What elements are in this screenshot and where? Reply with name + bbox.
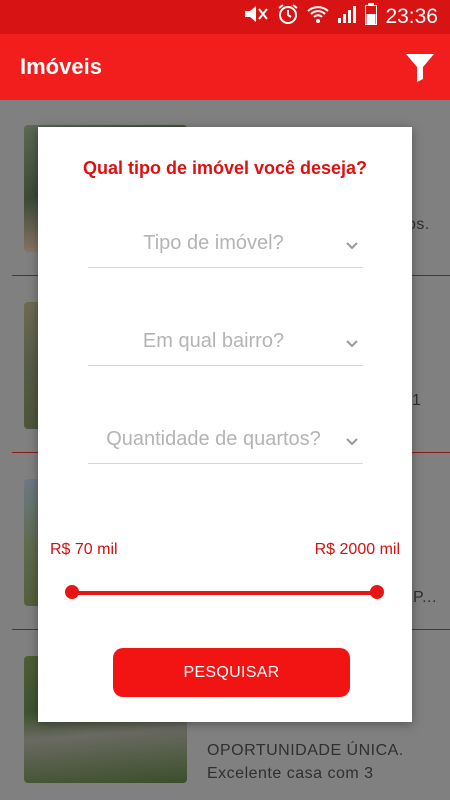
chevron-down-icon bbox=[345, 434, 359, 446]
alarm-icon bbox=[277, 3, 299, 31]
price-range-track[interactable] bbox=[72, 591, 377, 595]
listing-snippet: 1 bbox=[412, 392, 422, 409]
price-max-handle[interactable] bbox=[370, 585, 384, 599]
dialog-title: Qual tipo de imóvel você deseja? bbox=[82, 158, 368, 178]
listing-snippet: OPORTUNIDADE ÚNICA. bbox=[207, 742, 404, 759]
property-type-placeholder: Tipo de imóvel? bbox=[143, 232, 284, 254]
clock: 23:36 bbox=[385, 5, 438, 28]
signal-icon bbox=[337, 4, 357, 30]
wifi-icon bbox=[307, 4, 330, 30]
price-min-handle[interactable] bbox=[65, 585, 79, 599]
app-bar: Imóveis bbox=[0, 34, 450, 100]
filter-icon[interactable] bbox=[404, 51, 436, 83]
battery-icon bbox=[365, 3, 378, 31]
neighborhood-select[interactable]: Em qual bairro? bbox=[88, 322, 363, 366]
chevron-down-icon bbox=[345, 336, 359, 348]
status-bar: 23:36 bbox=[0, 0, 450, 34]
price-min-label: R$ 70 mil bbox=[50, 541, 118, 558]
search-button[interactable]: PESQUISAR bbox=[113, 648, 350, 697]
bedrooms-placeholder: Quantidade de quartos? bbox=[106, 428, 321, 450]
status-icons: 23:36 bbox=[243, 3, 438, 31]
listing-snippet: Excelente casa com 3 bbox=[207, 765, 374, 782]
page-title: Imóveis bbox=[20, 54, 102, 79]
listing-snippet: P... bbox=[413, 589, 437, 606]
filter-dialog: Qual tipo de imóvel você deseja? Tipo de… bbox=[38, 127, 412, 722]
bedrooms-select[interactable]: Quantidade de quartos? bbox=[88, 420, 363, 464]
property-type-select[interactable]: Tipo de imóvel? bbox=[88, 224, 363, 268]
chevron-down-icon bbox=[345, 238, 359, 250]
price-max-label: R$ 2000 mil bbox=[314, 541, 400, 558]
neighborhood-placeholder: Em qual bairro? bbox=[142, 330, 285, 352]
mute-icon bbox=[243, 4, 269, 30]
